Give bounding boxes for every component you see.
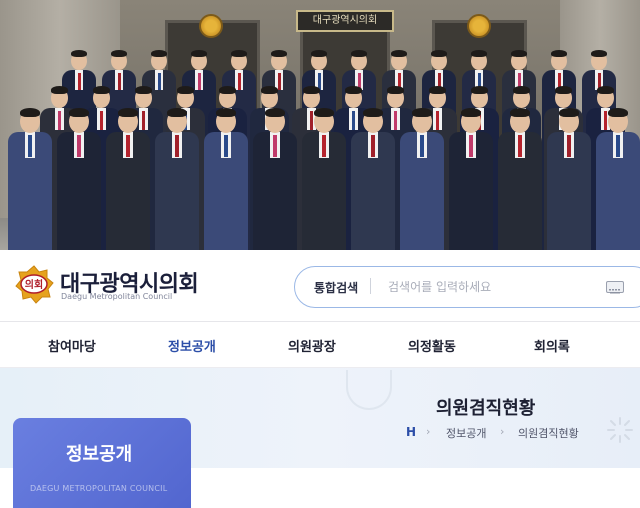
council-logo-icon[interactable]: 의회 [14,264,54,304]
decorative-sparkle-icon [607,417,633,443]
breadcrumb-item[interactable]: 정보공개 [446,425,486,441]
nav-item-minutes[interactable]: 회의록 [534,336,570,355]
breadcrumb-chevron-icon: › [426,425,431,438]
council-emblem [467,14,491,38]
search-scope-label[interactable]: 통합검색 [314,279,358,296]
nav-item-participation[interactable]: 참여마당 [48,336,96,355]
site-subtitle: Daegu Metropolitan Council [61,292,173,301]
breadcrumb-home-icon[interactable]: H [406,425,416,439]
side-menu-title: 정보공개 [66,444,133,465]
nav-item-information-disclosure[interactable]: 정보공개 [168,336,216,355]
nav-item-member-plaza[interactable]: 의원광장 [288,336,336,355]
keyboard-icon[interactable] [606,281,624,294]
side-menu-subtitle: DAEGU METROPOLITAN COUNCIL [30,484,168,493]
nav-item-legislative-activity[interactable]: 의정활동 [408,336,456,355]
hero-photo: 대구광역시의회 [0,0,640,250]
building-sign: 대구광역시의회 [296,10,394,32]
breadcrumb-chevron-icon: › [500,425,505,438]
search-input[interactable] [388,275,588,299]
page-title: 의원겸직현황 [436,398,536,419]
breadcrumb-item-current: 의원겸직현황 [518,427,579,440]
council-emblem [199,14,223,38]
search-divider [370,278,371,294]
logo-badge-text: 의회 [25,278,43,291]
